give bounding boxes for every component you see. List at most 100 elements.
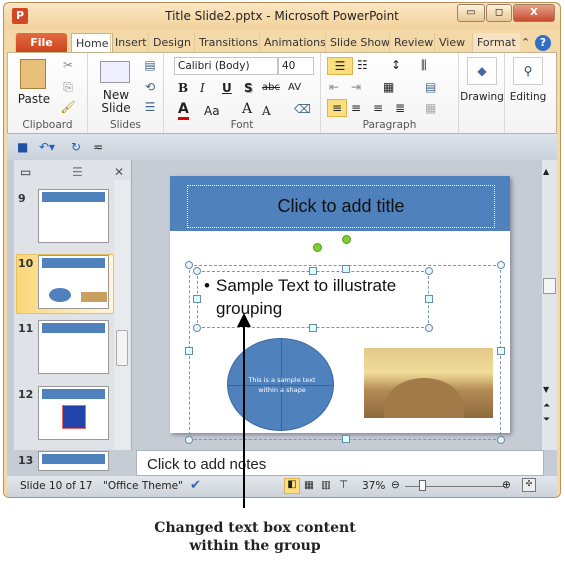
- format-painter-icon[interactable]: 🖌: [60, 99, 76, 115]
- italic-button[interactable]: I: [200, 80, 205, 96]
- section-icon[interactable]: ☰: [142, 99, 158, 115]
- align-left-button[interactable]: ≡: [327, 99, 347, 117]
- new-slide-icon[interactable]: [100, 61, 130, 83]
- increase-indent-button[interactable]: ⇥: [351, 79, 361, 95]
- slide-show-icon[interactable]: ⊤: [339, 479, 348, 491]
- drawing-button[interactable]: Drawing: [459, 89, 505, 105]
- character-spacing-button[interactable]: AV: [288, 80, 301, 96]
- zoom-slider-thumb[interactable]: [419, 480, 426, 491]
- resize-handle[interactable]: [309, 267, 317, 275]
- undo-icon[interactable]: ↶▾: [39, 139, 55, 155]
- text-direction-button[interactable]: ▦: [383, 79, 394, 95]
- copy-icon[interactable]: ⎘: [60, 79, 76, 95]
- reset-icon[interactable]: ⟲: [142, 79, 158, 95]
- tab-format[interactable]: Format: [472, 33, 520, 53]
- layout-icon[interactable]: ▤: [142, 57, 158, 73]
- save-icon[interactable]: ■: [17, 139, 28, 155]
- tab-home[interactable]: Home: [71, 33, 114, 53]
- spell-check-icon[interactable]: ✔: [190, 478, 201, 493]
- resize-handle[interactable]: [193, 295, 201, 303]
- bullets-button[interactable]: ☰: [327, 57, 353, 75]
- resize-handle[interactable]: [497, 261, 505, 269]
- close-button[interactable]: X: [513, 4, 555, 22]
- close-pane-icon[interactable]: ✕: [114, 164, 124, 180]
- title-placeholder[interactable]: Click to add title: [187, 185, 495, 228]
- slide-sorter-icon[interactable]: ▦: [304, 479, 314, 491]
- resize-handle[interactable]: [193, 267, 201, 275]
- new-slide-button[interactable]: New Slide: [94, 89, 138, 115]
- editing-group[interactable]: ⚲ Editing: [505, 53, 551, 133]
- underline-button[interactable]: U: [222, 80, 232, 96]
- tab-transitions[interactable]: Transitions: [194, 33, 262, 53]
- mountain-picture[interactable]: [364, 348, 493, 418]
- notes-pane[interactable]: Click to add notes: [136, 450, 544, 476]
- paste-icon[interactable]: [20, 59, 46, 89]
- tab-design[interactable]: Design: [148, 33, 195, 53]
- numbering-button[interactable]: ☷: [357, 57, 368, 73]
- slide-thumbnail-13[interactable]: [38, 451, 109, 471]
- slide-canvas[interactable]: Click to add title • Sample Text to illus…: [170, 176, 510, 444]
- resize-handle[interactable]: [342, 435, 350, 443]
- resize-handle[interactable]: [193, 324, 201, 332]
- scroll-up-icon[interactable]: ▲: [543, 164, 549, 180]
- zoom-level[interactable]: 37%: [362, 480, 385, 492]
- resize-handle[interactable]: [425, 295, 433, 303]
- maximize-button[interactable]: ◻: [486, 4, 512, 22]
- slide-thumbnail-10[interactable]: [38, 255, 109, 309]
- slide-thumbnail-9[interactable]: [38, 189, 109, 243]
- line-spacing-button[interactable]: ↕: [391, 57, 401, 73]
- resize-handle[interactable]: [497, 436, 505, 444]
- font-color-button[interactable]: A: [178, 101, 189, 120]
- font-size-dropdown[interactable]: 40: [278, 57, 314, 75]
- resize-handle[interactable]: [185, 347, 193, 355]
- customize-toolbar-icon[interactable]: ≂: [93, 139, 103, 155]
- slides-tab-icon[interactable]: ▭: [20, 164, 31, 180]
- clear-formatting-icon[interactable]: ⌫: [294, 101, 311, 117]
- theme-name[interactable]: "Office Theme": [103, 480, 183, 492]
- tab-slide-show[interactable]: Slide Show: [325, 33, 394, 53]
- minimize-ribbon-icon[interactable]: ⌃: [517, 33, 534, 53]
- drawing-icon[interactable]: ◆: [467, 57, 497, 85]
- change-case-button[interactable]: Aa: [204, 103, 220, 119]
- resize-handle[interactable]: [425, 324, 433, 332]
- cut-icon[interactable]: ✂: [60, 57, 76, 73]
- resize-handle[interactable]: [425, 267, 433, 275]
- resize-handle[interactable]: [185, 436, 193, 444]
- find-icon[interactable]: ⚲: [513, 57, 543, 85]
- editing-button[interactable]: Editing: [505, 89, 551, 105]
- scroll-thumb[interactable]: [116, 330, 128, 366]
- justify-button[interactable]: ≣: [395, 100, 405, 116]
- tab-review[interactable]: Review: [389, 33, 437, 53]
- strikethrough-button[interactable]: abc: [262, 80, 280, 96]
- zoom-out-icon[interactable]: ⊖: [391, 479, 400, 491]
- slide-thumbnail-11[interactable]: [38, 320, 109, 374]
- slides-pane-scrollbar[interactable]: [114, 180, 130, 450]
- scroll-down-icon[interactable]: ▼: [543, 382, 549, 398]
- scroll-thumb[interactable]: [543, 278, 556, 294]
- resize-handle[interactable]: [185, 261, 193, 269]
- resize-handle[interactable]: [309, 324, 317, 332]
- shrink-font-button[interactable]: A: [262, 103, 271, 119]
- paste-button[interactable]: Paste: [12, 91, 56, 107]
- zoom-in-icon[interactable]: ⊕: [502, 479, 511, 491]
- drawing-group[interactable]: ◆ Drawing: [459, 53, 505, 133]
- group-rotation-handle[interactable]: [342, 235, 351, 244]
- resize-handle[interactable]: [497, 347, 505, 355]
- bold-button[interactable]: B: [178, 80, 188, 96]
- align-right-button[interactable]: ≡: [373, 100, 383, 116]
- center-button[interactable]: ≡: [351, 100, 361, 116]
- slide-scrollbar[interactable]: ▲ ▼ ⏶ ⏷: [542, 160, 557, 450]
- next-slide-icon[interactable]: ⏷: [543, 412, 550, 428]
- minimize-button[interactable]: ▭: [457, 4, 485, 22]
- redo-icon[interactable]: ↻: [71, 139, 81, 155]
- tab-file[interactable]: File: [15, 33, 67, 53]
- tab-animations[interactable]: Animations: [259, 33, 330, 53]
- font-name-dropdown[interactable]: Calibri (Body): [174, 57, 278, 75]
- grow-font-button[interactable]: A: [242, 101, 252, 117]
- reading-view-icon[interactable]: ▥: [321, 479, 331, 491]
- slide-thumbnail-12[interactable]: [38, 386, 109, 440]
- decrease-indent-button[interactable]: ⇤: [329, 79, 339, 95]
- outline-tab-icon[interactable]: ☰: [72, 164, 83, 180]
- normal-view-icon[interactable]: ◧: [284, 478, 300, 494]
- align-text-button[interactable]: ▤: [425, 79, 436, 95]
